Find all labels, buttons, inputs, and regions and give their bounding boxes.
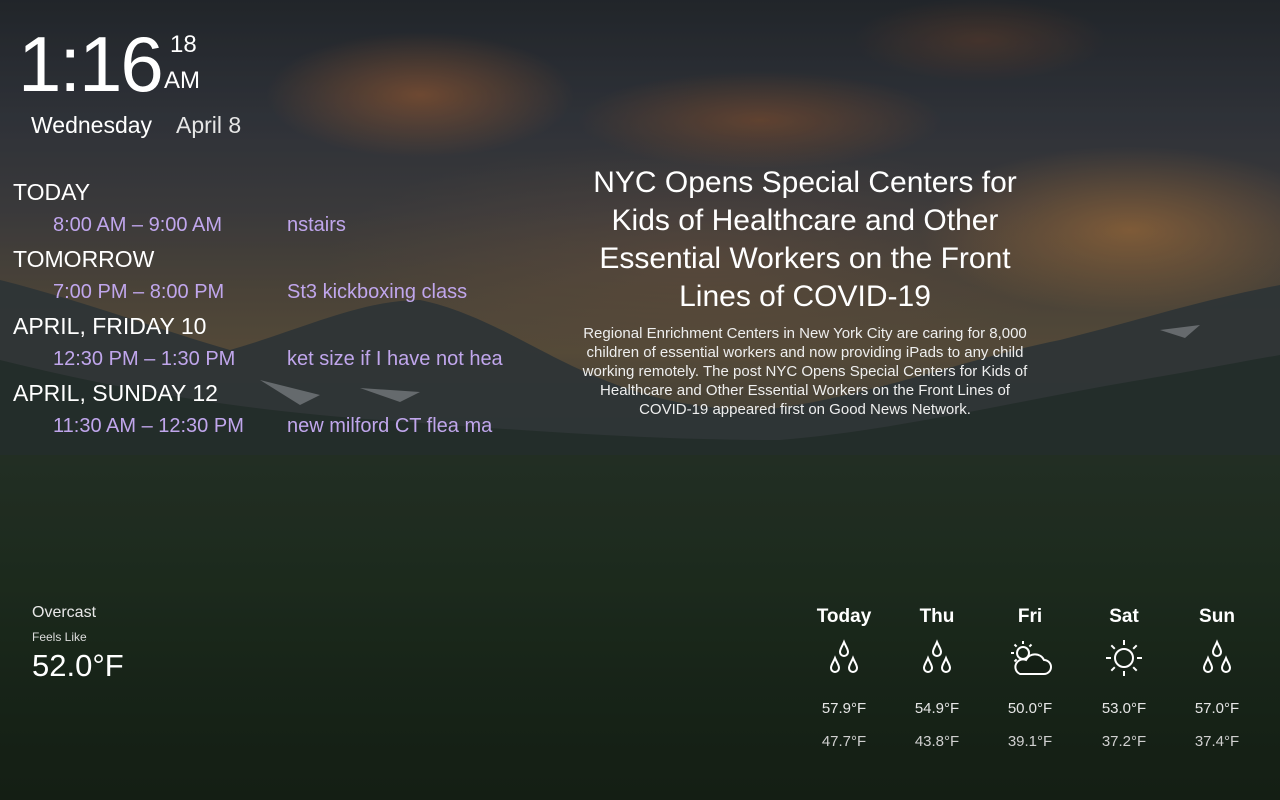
clock-ampm: AM <box>164 67 200 94</box>
current-weather: Overcast Feels Like 52.0°F <box>32 604 124 684</box>
forecast-low: 39.1°F <box>1007 733 1053 750</box>
agenda-event[interactable]: 11:30 AM – 12:30 PM new milford CT flea … <box>13 407 513 446</box>
feels-like-label: Feels Like <box>32 630 87 644</box>
event-title: nstairs <box>287 214 346 236</box>
feels-like-temperature: 52.0°F <box>32 648 124 683</box>
forecast-low: 43.8°F <box>914 733 960 750</box>
clock-date: April 8 <box>176 112 242 138</box>
agenda-day-header: Today <box>13 179 91 205</box>
agenda-day-header: April, Sunday 12 <box>13 380 218 406</box>
event-title: new milford CT flea ma <box>287 415 493 437</box>
forecast-day-name: Sun <box>1199 606 1235 627</box>
forecast-low: 47.7°F <box>821 733 867 750</box>
forecast-day: Thu 54.9°F 43.8°F <box>890 604 984 774</box>
rain-drops-icon <box>1202 639 1232 673</box>
forecast-low: 37.4°F <box>1194 733 1240 750</box>
event-title: ket size if I have not hea <box>287 348 503 370</box>
forecast-high: 50.0°F <box>1007 700 1053 717</box>
partly-cloudy-icon <box>1011 641 1052 675</box>
clock-weekday: Wednesday <box>31 112 153 138</box>
news-summary: Regional Enrichment Centers in New York … <box>582 325 1028 418</box>
weather-forecast: Today 57.9°F 47.7°F Thu 54.9°F 43.8°F Fr… <box>797 604 1263 774</box>
current-conditions: Overcast <box>32 604 97 621</box>
forecast-day-name: Today <box>816 606 872 627</box>
event-time: 12:30 PM – 1:30 PM <box>53 348 236 370</box>
sun-icon <box>1106 640 1142 676</box>
agenda-event[interactable]: 7:00 PM – 8:00 PM St3 kickboxing class <box>13 273 513 312</box>
forecast-day: Sat 53.0°F 37.2°F <box>1077 604 1171 774</box>
forecast-high: 57.0°F <box>1194 700 1240 717</box>
calendar-agenda: Today 8:00 AM – 9:00 AM nstairs Tomorrow… <box>13 178 513 446</box>
forecast-low: 37.2°F <box>1101 733 1147 750</box>
rain-drops-icon <box>829 639 859 673</box>
agenda-event[interactable]: 12:30 PM – 1:30 PM ket size if I have no… <box>13 340 513 379</box>
forecast-day-name: Thu <box>919 606 955 627</box>
news-widget[interactable]: NYC Opens Special Centers for Kids of He… <box>580 164 1030 419</box>
forecast-day-name: Sat <box>1109 606 1139 627</box>
forecast-day: Fri 50.0°F 39.1°F <box>983 604 1077 774</box>
forecast-day: Sun 57.0°F 37.4°F <box>1170 604 1264 774</box>
agenda-event[interactable]: 8:00 AM – 9:00 AM nstairs <box>13 206 513 245</box>
clock-seconds: 18 <box>170 31 197 58</box>
event-time: 7:00 PM – 8:00 PM <box>53 281 225 303</box>
forecast-day: Today 57.9°F 47.7°F <box>797 604 891 774</box>
event-time: 8:00 AM – 9:00 AM <box>53 214 222 236</box>
agenda-day-header: April, Friday 10 <box>13 313 207 339</box>
forecast-high: 53.0°F <box>1101 700 1147 717</box>
forecast-high: 57.9°F <box>821 700 867 717</box>
agenda-day-header: Tomorrow <box>13 246 155 272</box>
rain-drops-icon <box>922 639 952 673</box>
event-title: St3 kickboxing class <box>287 281 468 303</box>
forecast-high: 54.9°F <box>914 700 960 717</box>
news-headline: NYC Opens Special Centers for Kids of He… <box>593 166 1017 313</box>
clock-time: 1:16 <box>18 20 164 108</box>
forecast-day-name: Fri <box>1017 606 1043 627</box>
event-time: 11:30 AM – 12:30 PM <box>53 415 244 437</box>
